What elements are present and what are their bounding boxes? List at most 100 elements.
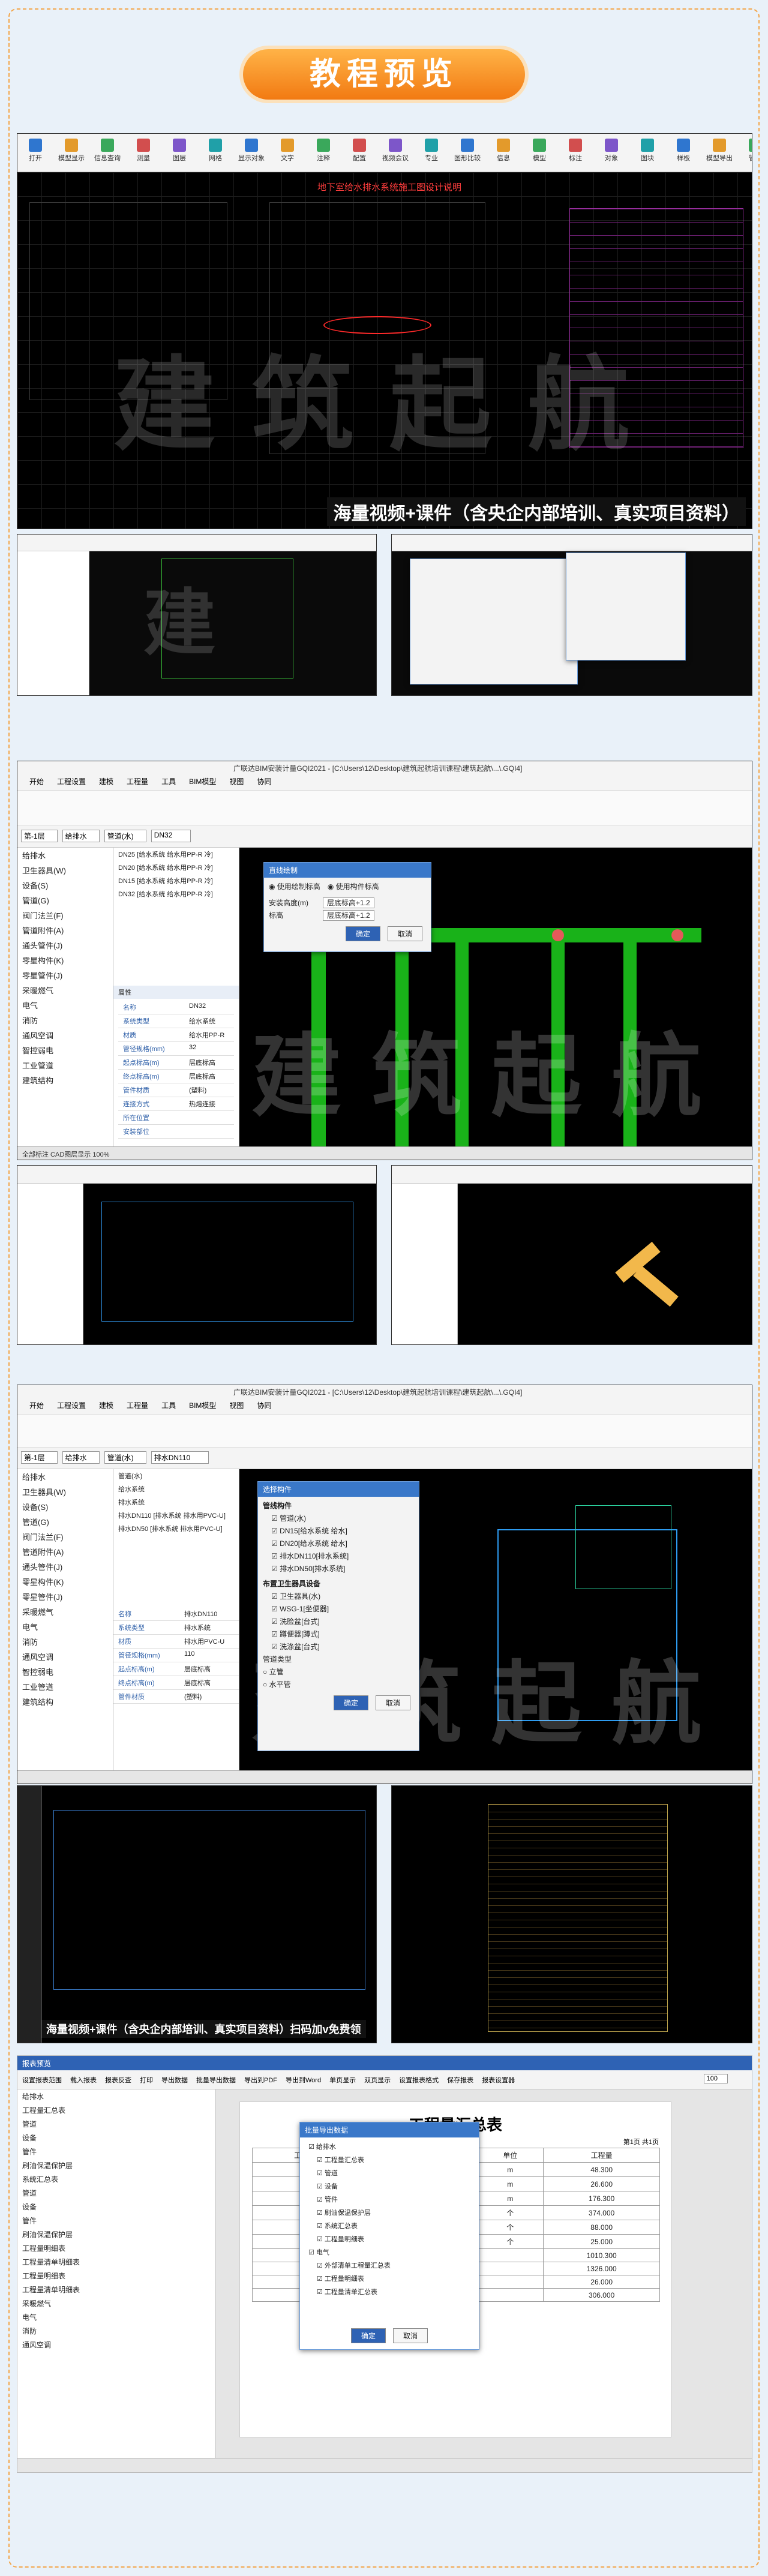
system-select[interactable]: 给排水: [62, 830, 100, 842]
menu-item[interactable]: 工具: [161, 1401, 176, 1410]
tree-item[interactable]: 建筑结构: [17, 1073, 113, 1088]
confirm-button[interactable]: 确定: [345, 926, 380, 941]
property-row[interactable]: 管径规格(mm) 32: [118, 1042, 234, 1056]
checkbox-item[interactable]: ☑ DN20[给水系统 给水]: [263, 1537, 414, 1550]
checkbox-item[interactable]: ☑ 管道: [306, 2166, 473, 2179]
floor-select[interactable]: 第-1层: [21, 830, 58, 842]
tree-item[interactable]: 排水系统: [113, 1496, 239, 1509]
checkbox-item[interactable]: ☑ 工程量清单汇总表: [306, 2285, 473, 2298]
checkbox-item[interactable]: ☑ 给排水: [306, 2140, 473, 2153]
tree-item[interactable]: 卫生器具(W): [17, 863, 113, 878]
tree-item[interactable]: DN25 [给水系统 给水用PP-R 冷]: [113, 848, 239, 861]
property-row[interactable]: 安装部位: [118, 1125, 234, 1139]
tree-item[interactable]: 零星管件(J): [17, 968, 113, 983]
cancel-button[interactable]: 取消: [393, 2328, 428, 2343]
tree-item[interactable]: 给水系统: [113, 1482, 239, 1496]
tree-item[interactable]: 消防: [17, 1634, 113, 1649]
toolbar-button[interactable]: 模型显示: [56, 136, 87, 163]
dialog-field[interactable]: 安装高度(m) 层底标高+1.2: [269, 897, 426, 908]
property-value[interactable]: 排水系统: [184, 1623, 211, 1632]
menu-item[interactable]: 工程设置: [57, 777, 86, 786]
property-value[interactable]: 层底标高: [184, 1664, 211, 1674]
tree-item[interactable]: DN32 [给水系统 给水用PP-R 冷]: [113, 887, 239, 900]
property-value[interactable]: 给水用PP-R: [189, 1030, 224, 1040]
menu-item[interactable]: 工程设置: [57, 1401, 86, 1410]
tree-item[interactable]: 消防: [17, 1013, 113, 1028]
property-row[interactable]: 材质 给水用PP-R: [118, 1028, 234, 1042]
property-value[interactable]: 排水用PVC-U: [184, 1637, 224, 1646]
toolbar-button[interactable]: 管理: [740, 136, 752, 163]
tree-item[interactable]: 采暖燃气: [17, 1604, 113, 1619]
component-select[interactable]: 管道(水): [104, 1451, 146, 1464]
tree-item[interactable]: 工业管道: [17, 1058, 113, 1073]
property-row[interactable]: 管径规格(mm) 110: [113, 1649, 239, 1662]
report-tool[interactable]: 设置报表格式: [399, 2077, 439, 2084]
property-row[interactable]: 所在位置: [118, 1111, 234, 1125]
property-value[interactable]: (塑料): [184, 1692, 202, 1701]
property-value[interactable]: 32: [189, 1044, 196, 1053]
toolbar-button[interactable]: 信息查询: [92, 136, 123, 163]
tree-item[interactable]: 管道附件(A): [17, 1544, 113, 1559]
cancel-button[interactable]: 取消: [375, 1695, 410, 1710]
tree-item[interactable]: 智控弱电: [17, 1043, 113, 1058]
confirm-button[interactable]: 确定: [350, 2328, 386, 2343]
property-value[interactable]: 层底标高: [189, 1071, 215, 1081]
menu-item[interactable]: 建模: [99, 1401, 113, 1410]
menu-item[interactable]: BIM模型: [189, 1401, 216, 1410]
checkbox-item[interactable]: ☑ 蹲便器[蹲式]: [263, 1628, 414, 1640]
toolbar-button[interactable]: 专业: [416, 136, 447, 163]
tree-item[interactable]: 建筑结构: [17, 1694, 113, 1709]
report-tool[interactable]: 批量导出数据: [196, 2077, 236, 2084]
menu-item[interactable]: 建模: [99, 777, 113, 786]
tree-item[interactable]: 管件: [17, 2145, 215, 2158]
property-row[interactable]: 材质 排水用PVC-U: [113, 1635, 239, 1649]
tree-item[interactable]: 工业管道: [17, 1679, 113, 1694]
radio-option[interactable]: ◉ 使用构件标高: [328, 882, 379, 891]
report-tool[interactable]: 报表设置器: [482, 2077, 515, 2084]
zoom-select[interactable]: 100: [703, 2074, 728, 2083]
component-select[interactable]: 管道(水): [104, 830, 146, 842]
toolbar-button[interactable]: 信息: [488, 136, 519, 163]
checkbox-item[interactable]: ☑ 洗脸盆[台式]: [263, 1615, 414, 1628]
checkbox-item[interactable]: ☑ DN15[给水系统 给水]: [263, 1524, 414, 1537]
toolbar-button[interactable]: 模型: [524, 136, 555, 163]
system-select[interactable]: 给排水: [62, 1451, 100, 1464]
checkbox-item[interactable]: ☑ 工程量汇总表: [306, 2153, 473, 2166]
tree-item[interactable]: 刷油保温保护层: [17, 2158, 215, 2172]
property-value[interactable]: 层底标高: [189, 1058, 215, 1067]
property-row[interactable]: 终点标高(m) 层底标高: [118, 1070, 234, 1083]
menu-item[interactable]: 工程量: [127, 1401, 148, 1410]
menu-item[interactable]: 工具: [161, 777, 176, 786]
property-row[interactable]: 系统类型 排水系统: [113, 1621, 239, 1635]
toolbar-button[interactable]: 样板: [668, 136, 699, 163]
tree-item[interactable]: 阀门法兰(F): [17, 908, 113, 923]
toolbar-button[interactable]: 网格: [200, 136, 231, 163]
checkbox-item[interactable]: ☑ 电气: [306, 2245, 473, 2259]
tree-item[interactable]: 管道: [17, 2117, 215, 2131]
tree-item[interactable]: 采暖燃气: [17, 983, 113, 998]
tree-item[interactable]: 通风空调: [17, 1649, 113, 1664]
pipe-select[interactable]: 排水DN110: [151, 1451, 209, 1464]
tree-item[interactable]: 通风空调: [17, 2338, 215, 2352]
report-tool[interactable]: 保存报表: [447, 2077, 473, 2084]
tree-item[interactable]: 工程量清单明细表: [17, 2283, 215, 2296]
tree-item[interactable]: 管道: [17, 2186, 215, 2200]
tree-item[interactable]: 系统汇总表: [17, 2172, 215, 2186]
report-tool[interactable]: 设置报表范围: [22, 2077, 62, 2084]
checkbox-item[interactable]: ☑ 设备: [306, 2179, 473, 2193]
property-row[interactable]: 管件材质 (塑料): [118, 1083, 234, 1097]
checkbox-item[interactable]: ☑ 排水DN110[排水系统]: [263, 1550, 414, 1562]
cancel-button[interactable]: 取消: [387, 926, 422, 941]
toolbar-button[interactable]: 测量: [128, 136, 159, 163]
checkbox-item[interactable]: ☑ 管道(水): [263, 1512, 414, 1524]
menu-item[interactable]: 视图: [229, 1401, 244, 1410]
tree-item[interactable]: 管道(G): [17, 893, 113, 908]
tree-item[interactable]: 排水DN110 [排水系统 排水用PVC-U]: [113, 1509, 239, 1522]
toolbar-button[interactable]: 图块: [632, 136, 663, 163]
property-row[interactable]: 终点标高(m) 层底标高: [113, 1676, 239, 1690]
tree-item[interactable]: 卫生器具(W): [17, 1484, 113, 1499]
toolbar-button[interactable]: 图形比较: [452, 136, 483, 163]
tree-item[interactable]: DN20 [给水系统 给水用PP-R 冷]: [113, 861, 239, 874]
property-value[interactable]: 给水系统: [189, 1016, 215, 1026]
checkbox-item[interactable]: ☑ 卫生器具(水): [263, 1590, 414, 1602]
